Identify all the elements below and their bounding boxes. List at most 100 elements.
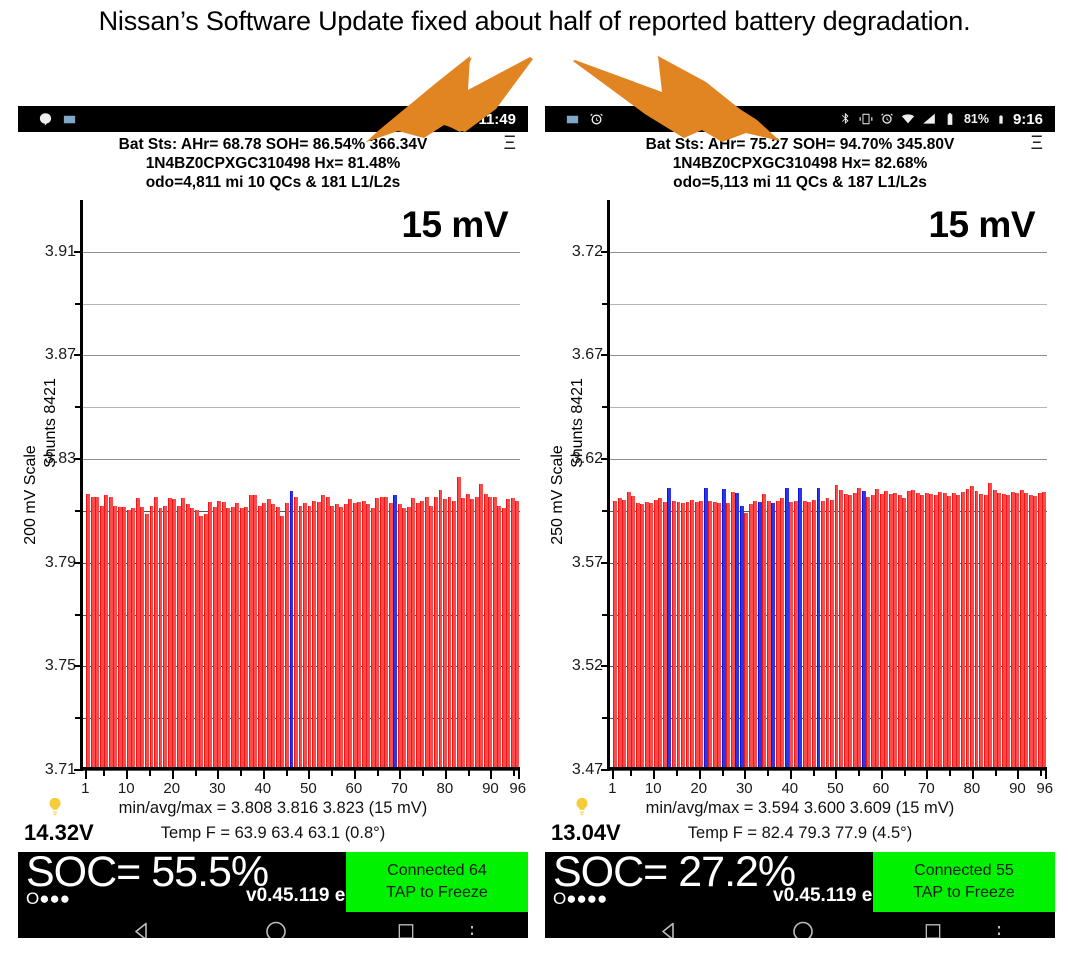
bar-cell-14 (145, 513, 149, 770)
bar-cell-35 (239, 508, 244, 770)
bar-cell-40 (262, 503, 267, 770)
bar-cell-56 (861, 491, 866, 770)
home-icon[interactable] (264, 920, 288, 938)
bar-cell-96 (1042, 492, 1047, 770)
lightbulb-icon[interactable] (571, 792, 593, 822)
bar-cell-92 (497, 505, 502, 770)
y-axis-shunts-label: Shunts 8421 (40, 194, 62, 796)
clock-label: 9:16 (1012, 110, 1043, 128)
recents-icon[interactable] (923, 922, 943, 938)
bar-cell-78 (961, 492, 965, 770)
bar-cell-38 (780, 498, 785, 770)
connected-tap-to-freeze-button[interactable]: Connected 55 TAP to Freeze (873, 852, 1055, 912)
bar-cell-88 (1006, 495, 1011, 770)
bar-cell-5 (631, 496, 636, 770)
bar-series (86, 200, 520, 770)
bar-cell-2 (617, 498, 622, 770)
x-tick-label-10: 10 (644, 780, 662, 797)
x-tick-mark-40 (789, 770, 792, 779)
alarm-clock-icon (589, 112, 604, 127)
x-tick-mark-minor-85 (994, 770, 997, 776)
bar-cell-72 (406, 507, 411, 770)
bar-cell-68 (915, 493, 920, 770)
bar-cell-8 (644, 501, 649, 770)
bar-cell-31 (748, 503, 753, 770)
bar-cell-58 (870, 495, 875, 770)
bar-cell-72 (933, 495, 938, 770)
bar-cell-30 (217, 500, 222, 770)
status-bar-right-icons: LTE 11:49 (407, 111, 522, 128)
x-tick-mark-minor-15 (149, 770, 151, 776)
connected-label: Connected 64 (387, 862, 487, 879)
bar-cell-17 (158, 508, 163, 770)
x-tick-mark-90 (1017, 770, 1020, 779)
bar-cell-16 (681, 502, 685, 770)
y-tick-mark-4 (601, 665, 610, 668)
x-tick-label-96: 96 (1036, 780, 1054, 797)
phone-left: LTE 11:49 Bat Sts: AHr= 68.78 SOH= 86.54% … (18, 106, 528, 938)
bar-cell-33 (230, 507, 235, 770)
x-tick-mark-70 (399, 770, 402, 779)
bar-cell-6 (635, 502, 640, 770)
bar-cell-86 (470, 499, 475, 770)
bar-cell-1 (86, 494, 91, 770)
bar-cell-33 (757, 501, 762, 770)
alarm-clock-icon (880, 112, 894, 126)
overflow-menu-icon[interactable]: ⋮ (989, 924, 1009, 938)
bar-cell-2 (90, 496, 95, 770)
battery-icon (996, 112, 1006, 127)
battery-status-header: Bat Sts: AHr= 68.78 SOH= 86.54% 366.34V 1… (18, 132, 528, 194)
home-icon[interactable] (791, 920, 815, 938)
bar-cell-54 (852, 493, 857, 770)
x-tick-label-50: 50 (826, 780, 844, 797)
y-tick-mark-minor-0 (602, 302, 610, 305)
lightbulb-icon[interactable] (44, 792, 66, 822)
overflow-menu-icon[interactable]: ⋮ (462, 924, 482, 938)
x-tick-mark-minor-65 (903, 770, 906, 776)
bar-cell-29 (739, 505, 744, 770)
chart-stats: min/avg/max = 3.808 3.816 3.823 (15 mV) T… (18, 796, 528, 852)
bar-cell-10 (126, 509, 131, 770)
bar-cell-76 (424, 496, 429, 770)
overflow-menu-icon[interactable]: Ξ (504, 134, 516, 153)
car-app-icon (565, 112, 580, 127)
bar-cell-69 (920, 495, 925, 770)
x-tick-label-60: 60 (872, 780, 890, 797)
x-tick-mark-minor-95 (1040, 770, 1043, 776)
bar-cell-37 (248, 495, 253, 770)
bar-cell-49 (830, 499, 834, 770)
bar-cell-81 (447, 496, 452, 770)
back-icon[interactable] (657, 920, 681, 938)
bar-cell-59 (875, 489, 880, 770)
bar-cell-14 (672, 500, 676, 770)
bar-cell-52 (843, 494, 848, 770)
bar-cell-54 (325, 496, 330, 770)
bar-cell-41 (266, 499, 271, 770)
x-tick-mark-minor-45 (812, 770, 815, 776)
bar-cell-47 (821, 500, 825, 770)
bar-cell-70 (924, 493, 929, 770)
connected-tap-to-freeze-button[interactable]: Connected 64 TAP to Freeze (346, 852, 528, 912)
battery-status-header: Bat Sts: AHr= 75.27 SOH= 94.70% 345.80V 1… (545, 132, 1055, 194)
y-axis-scale-label-text: 200 mV Scale (22, 445, 39, 545)
mv-spread-label: 15 mV (928, 204, 1035, 245)
bar-cell-80 (970, 486, 974, 770)
bar-cell-85 (465, 494, 470, 770)
overflow-menu-icon[interactable]: Ξ (1031, 134, 1043, 153)
bar-cell-24 (190, 508, 195, 770)
y-tick-label-4: 3.52 (571, 657, 603, 675)
bar-cell-60 (879, 494, 884, 770)
y-axis-shunts-label: Shunts 8421 (567, 194, 589, 796)
bar-cell-65 (375, 497, 380, 770)
bar-cell-83 (456, 477, 461, 770)
recents-icon[interactable] (396, 922, 416, 938)
x-tick-mark-40 (262, 770, 265, 779)
x-tick-mark-minor-45 (285, 770, 288, 776)
bar-cell-38 (253, 495, 258, 770)
bar-cell-96 (515, 500, 520, 770)
bar-cell-77 (429, 505, 434, 770)
x-tick-mark-minor-55 (331, 770, 334, 776)
bar-cell-56 (334, 504, 339, 770)
bar-cell-53 (848, 495, 853, 770)
back-icon[interactable] (130, 920, 154, 938)
